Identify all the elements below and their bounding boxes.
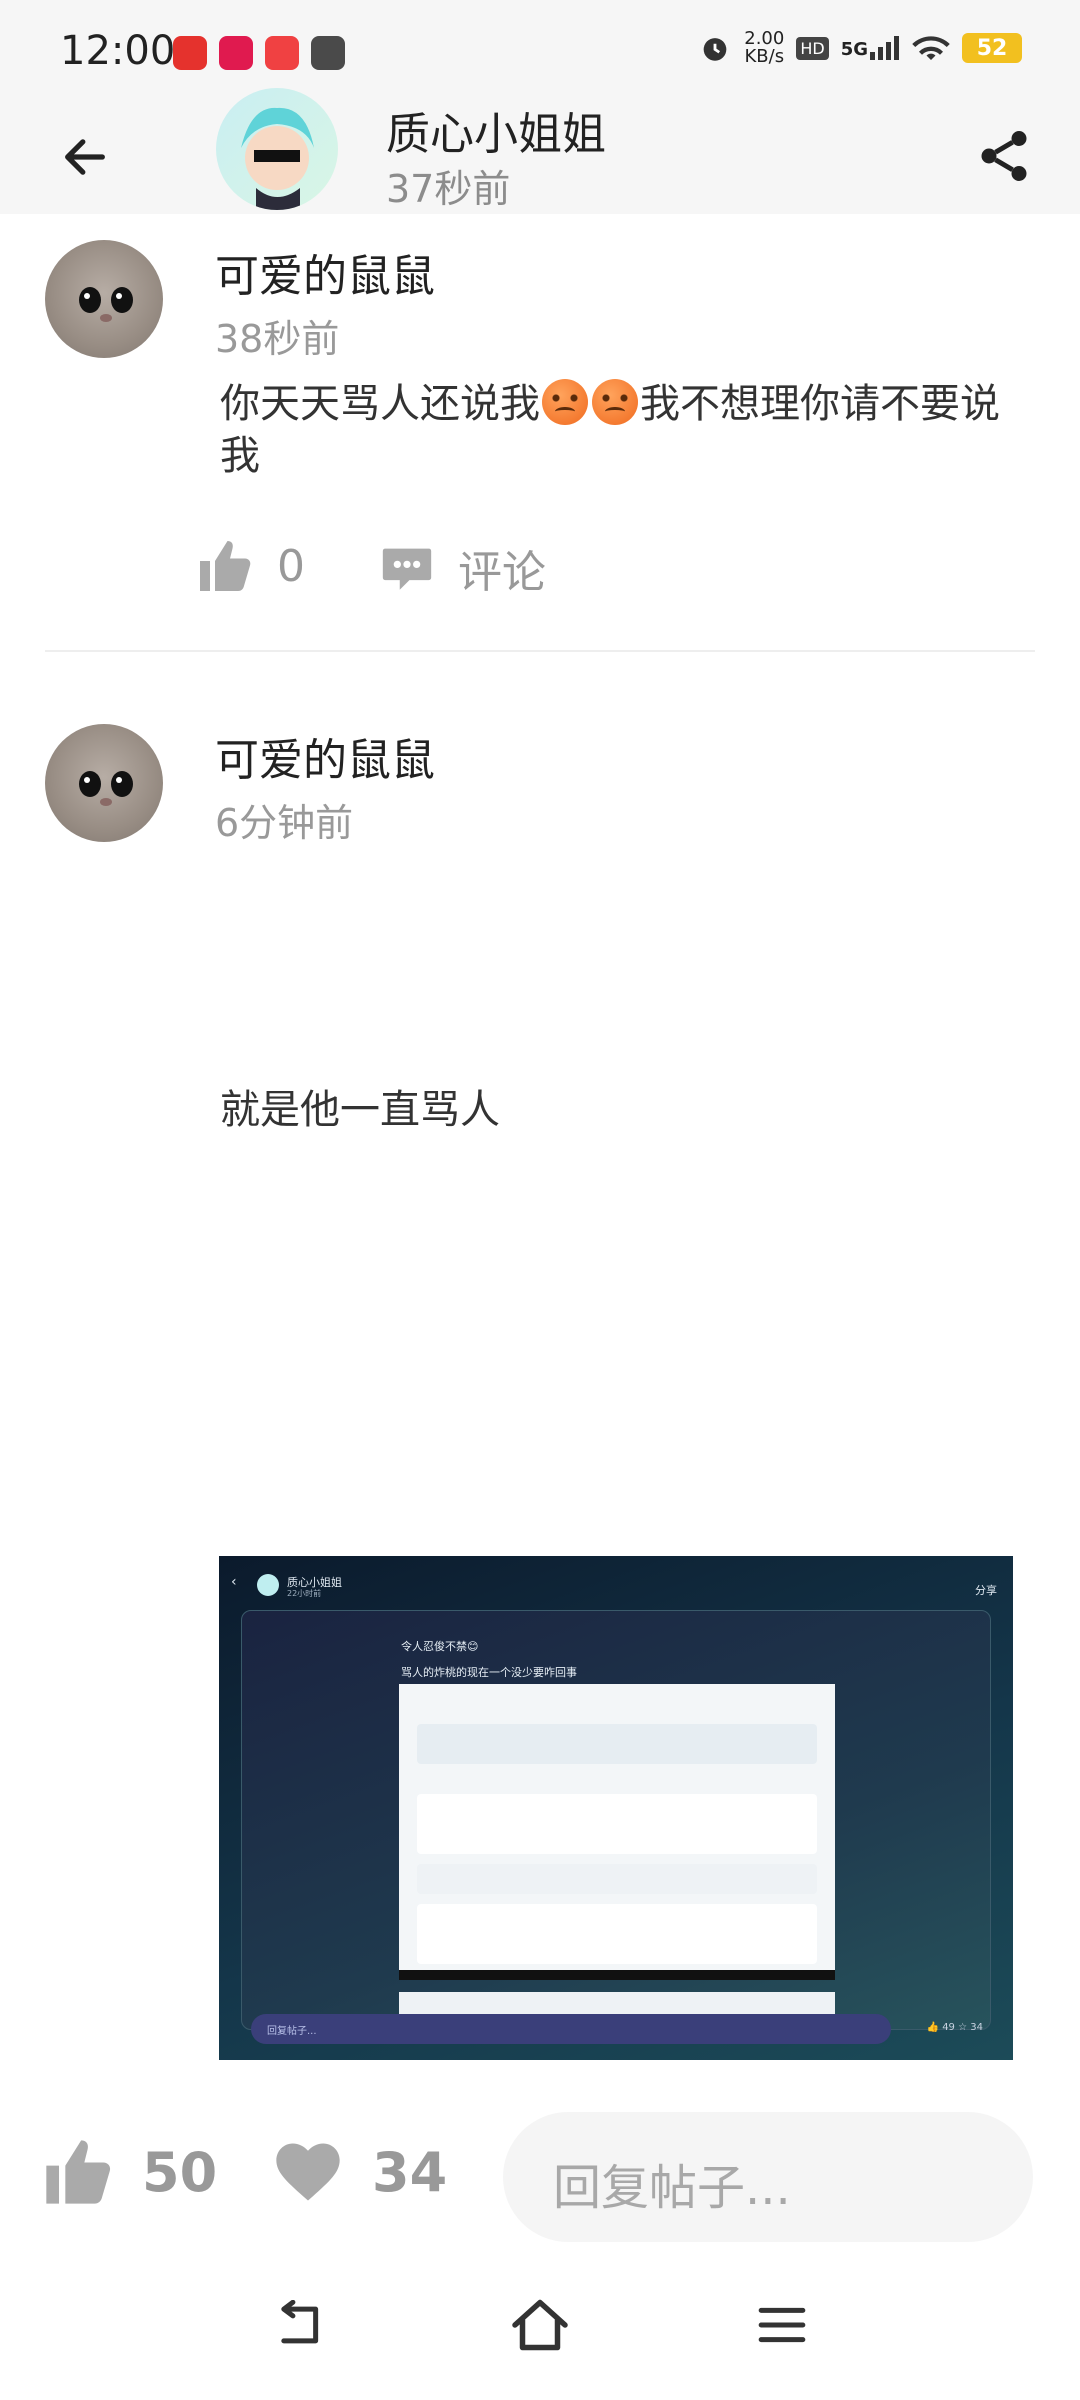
embedded-back-icon: ‹	[231, 1574, 237, 1590]
menu-icon	[758, 2307, 806, 2343]
nav-back-button[interactable]	[267, 2290, 337, 2360]
embedded-post-time: 22小时前	[287, 1589, 322, 1598]
app-notification-icon	[311, 36, 345, 70]
commenter-name[interactable]: 可爱的鼠鼠	[215, 724, 435, 788]
notification-icons	[173, 36, 345, 70]
comment-text: 你天天骂人还说我 我不想理你请不要说我	[220, 379, 1000, 479]
commenter-avatar[interactable]	[45, 240, 163, 358]
embedded-reply-input: 回复帖子...	[251, 2014, 891, 2044]
comment-text: 就是他一直骂人	[220, 1087, 500, 1133]
comment-image[interactable]: ‹ 质心小姐姐 22小时前 分享 令人忍俊不禁😊 骂人的炸桃的现在一个没少要咋回…	[219, 1556, 1013, 2060]
status-time: 12:00	[60, 28, 176, 74]
embedded-header: ‹ 质心小姐姐 22小时前 分享	[219, 1556, 1013, 1606]
wifi-icon	[912, 36, 950, 60]
comment-time: 6分钟前	[215, 801, 354, 845]
like-button[interactable]: 0	[195, 536, 305, 596]
poster-name[interactable]: 质心小姐姐	[386, 98, 606, 162]
post-favorite-button[interactable]: 34	[270, 2134, 447, 2210]
post-header: 质心小姐姐 37秒前	[0, 88, 1080, 214]
post-like-button[interactable]: 50	[40, 2134, 217, 2210]
arrow-left-icon	[65, 139, 105, 175]
status-indicators: 2.00 KB/s HD 5G 52	[698, 30, 1022, 66]
return-icon	[281, 2300, 319, 2344]
hd-badge: HD	[796, 36, 829, 60]
thumbs-up-icon	[46, 2140, 111, 2204]
share-button[interactable]	[966, 118, 1042, 194]
app-notification-icon	[173, 36, 207, 70]
alarm-icon	[703, 38, 727, 61]
comment-time: 38秒前	[215, 317, 340, 361]
embedded-avatar	[257, 1574, 279, 1596]
home-icon	[512, 2299, 568, 2351]
toutiao-notification-icon	[265, 36, 299, 70]
share-icon	[981, 131, 1027, 181]
embedded-share: 分享	[975, 1584, 997, 1597]
commenter-avatar[interactable]	[45, 724, 163, 842]
angry-emoji-icon	[542, 379, 588, 425]
network-speed: 2.00 KB/s	[744, 28, 785, 67]
angry-emoji-icon	[592, 379, 638, 425]
comment-icon	[382, 548, 432, 590]
heart-icon	[276, 2143, 340, 2201]
bottom-action-bar: 50 34 回复帖子...	[0, 2090, 1080, 2250]
commenter-name[interactable]: 可爱的鼠鼠	[215, 240, 435, 304]
poster-avatar[interactable]	[216, 88, 338, 210]
thumbs-up-icon	[200, 541, 251, 591]
nav-menu-button[interactable]	[747, 2290, 817, 2360]
comment-divider	[45, 650, 1035, 652]
comment-reply-button[interactable]: 评论	[378, 536, 546, 600]
system-navigation-bar	[0, 2250, 1080, 2400]
battery-icon: 52	[962, 33, 1022, 63]
embedded-line-2: 骂人的炸桃的现在一个没少要咋回事	[401, 1666, 577, 1679]
signal-5g-icon: 5G	[841, 36, 900, 60]
post-time: 37秒前	[386, 167, 511, 211]
app-notification-icon	[219, 36, 253, 70]
nav-home-button[interactable]	[505, 2290, 575, 2360]
back-button[interactable]	[50, 122, 120, 192]
embedded-line-1: 令人忍俊不禁😊	[401, 1640, 479, 1653]
reply-post-input[interactable]: 回复帖子...	[503, 2112, 1033, 2242]
embedded-counts: 👍 49 ☆ 34	[926, 2022, 983, 2033]
nested-screenshot	[399, 1684, 835, 1980]
status-bar: 12:00 2.00 KB/s HD 5G 52	[0, 0, 1080, 100]
